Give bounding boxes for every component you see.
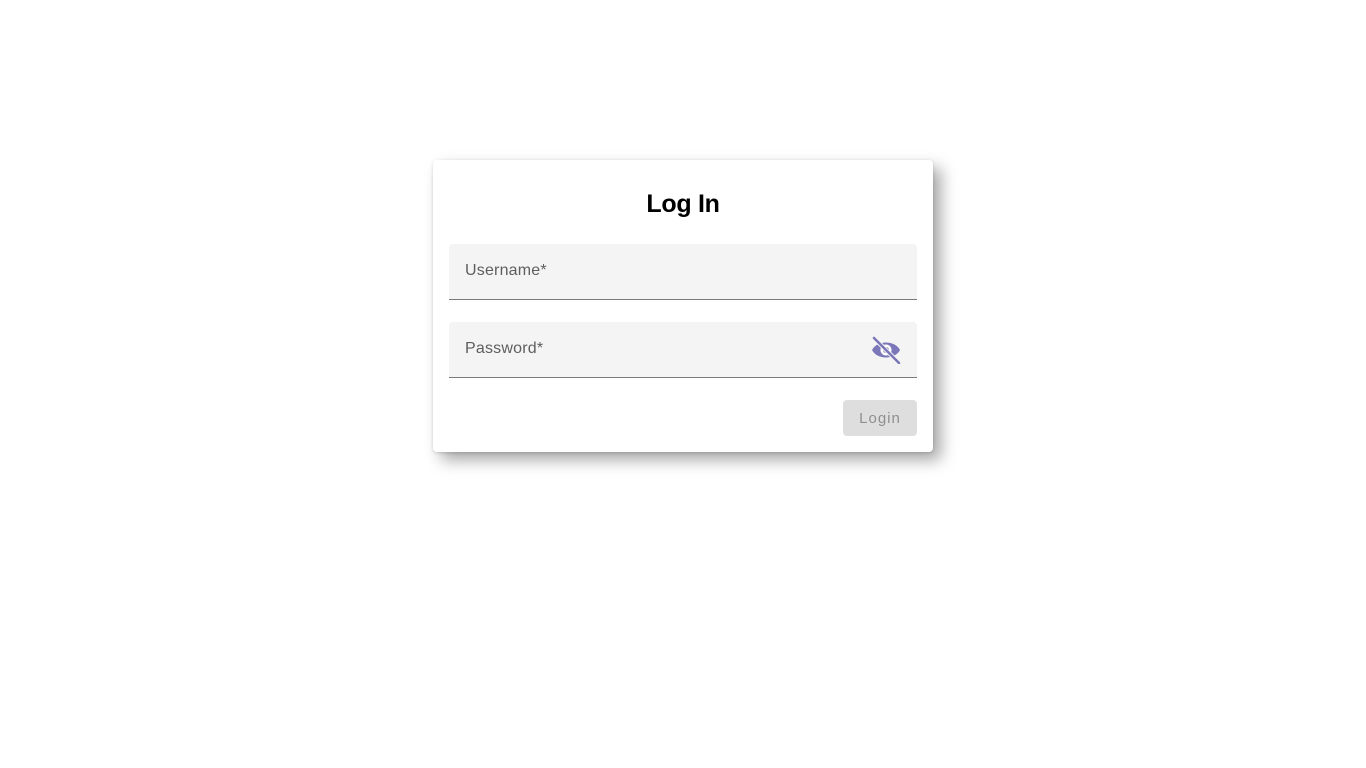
login-card: Log In Username* Password* Login [433, 160, 933, 452]
page-title: Log In [646, 190, 720, 218]
eye-off-icon [871, 336, 902, 364]
password-visibility-toggle[interactable] [869, 335, 903, 365]
login-button[interactable]: Login [843, 400, 917, 436]
username-input[interactable] [465, 244, 869, 300]
username-field[interactable]: Username* [449, 244, 917, 300]
password-field[interactable]: Password* [449, 322, 917, 378]
password-input[interactable] [465, 322, 869, 378]
